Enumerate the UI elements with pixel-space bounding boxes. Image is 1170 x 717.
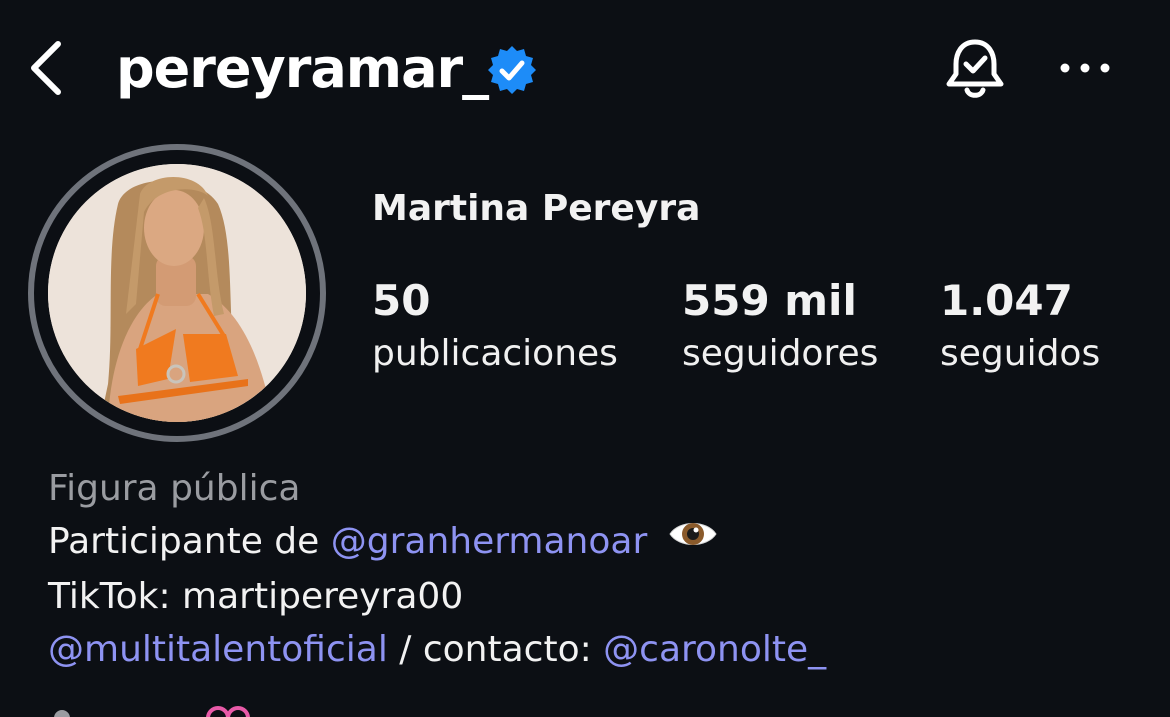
bio-text: Participante de [48, 521, 331, 562]
posts-stat[interactable]: 50 publicaciones [372, 276, 618, 382]
eye-emoji-icon [667, 514, 719, 567]
avatar[interactable] [48, 164, 306, 422]
bio-text: / contacto: [387, 628, 604, 670]
profile-photo [48, 164, 306, 422]
back-button[interactable] [22, 38, 72, 98]
profile-username: pereyramar_ [116, 37, 489, 100]
profile-header: pereyramar_ [0, 0, 1170, 140]
bio-line-1: Participante de @granhermanoar [48, 515, 826, 570]
followers-label: seguidores [682, 333, 879, 374]
heart-emoji-icon [54, 706, 250, 717]
mention-link[interactable]: @granhermanoar [331, 521, 648, 562]
profile-full-name: Martina Pereyra [372, 188, 701, 229]
following-stat[interactable]: 1.047 seguidos [940, 276, 1100, 382]
profile-bio: Figura pública Participante de @granherm… [48, 462, 826, 676]
followers-stat[interactable]: 559 mil seguidores [682, 276, 878, 382]
following-count: 1.047 [940, 276, 1073, 325]
mention-link[interactable]: @multitalentoficial [48, 629, 388, 670]
posts-label: publicaciones [372, 333, 618, 374]
followers-count: 559 mil [682, 276, 857, 325]
bio-line-2: TikTok: martipereyra00 [48, 575, 464, 617]
following-label: seguidos [940, 333, 1101, 374]
more-options-button[interactable] [1055, 50, 1115, 90]
more-horizontal-icon [1060, 63, 1110, 73]
highlights-row-partial [48, 700, 288, 717]
mention-link[interactable]: @caronolte_ [603, 629, 826, 670]
profile-category: Figura pública [48, 468, 301, 509]
chevron-left-icon [31, 41, 61, 95]
posts-count: 50 [372, 276, 431, 325]
bell-check-icon [946, 39, 1004, 98]
bio-line-3: @multitalentoficial / contacto: @caronol… [48, 623, 826, 676]
notifications-button[interactable] [940, 34, 1010, 104]
verified-badge-icon [486, 44, 538, 96]
